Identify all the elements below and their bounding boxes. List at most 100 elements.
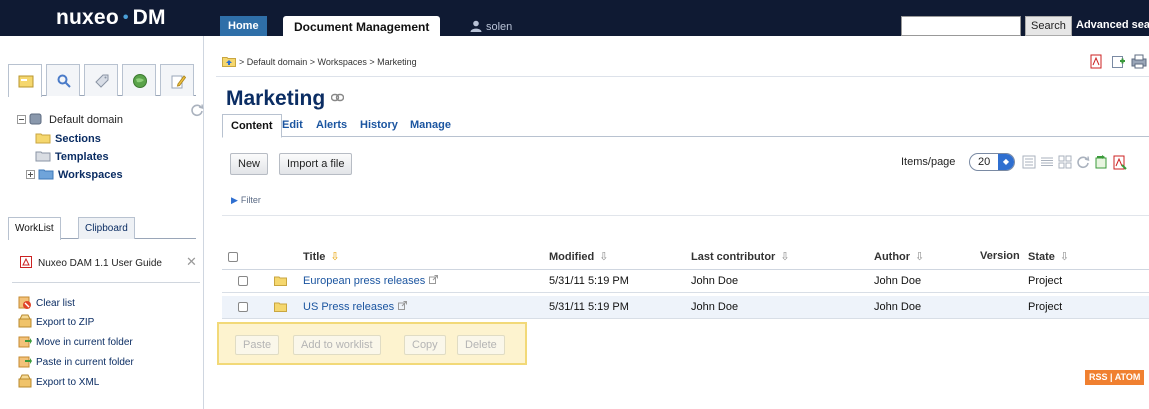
tab-search[interactable] (46, 64, 80, 96)
export-xml-action[interactable]: Export to XML (18, 374, 99, 388)
remove-item-icon[interactable]: ✕ (186, 255, 197, 268)
templates-folder-icon (35, 151, 51, 162)
row-modified: 5/31/11 5:19 PM (549, 301, 629, 313)
tab-manage[interactable]: Manage (402, 114, 459, 137)
move-icon (18, 336, 32, 348)
selection-actions: Paste Add to worklist Copy Delete (217, 322, 527, 365)
refresh-icon[interactable] (190, 103, 204, 117)
external-link-icon[interactable] (429, 275, 439, 284)
user-name: solen (486, 21, 513, 33)
search-button[interactable]: Search (1025, 16, 1072, 36)
tab-history[interactable]: History (352, 114, 406, 137)
row-state: Project (1028, 275, 1063, 287)
table-header: Title ⇩ Modified ⇩ Last contributor ⇩ Autho… (222, 244, 1149, 270)
paste-icon (18, 356, 32, 368)
print-icon[interactable] (1131, 54, 1147, 72)
refresh-icon[interactable] (1076, 155, 1090, 172)
row-state: Project (1028, 301, 1063, 313)
items-per-page-select[interactable]: 20 ◆ (969, 153, 1015, 171)
tab-edit[interactable] (160, 64, 194, 96)
advanced-search-link[interactable]: Advanced search (1076, 19, 1149, 31)
thumbnail-view-icon[interactable] (1058, 155, 1072, 172)
export-csv-icon[interactable] (1094, 155, 1110, 172)
row-author: John Doe (874, 301, 922, 313)
row-title[interactable]: US Press releases (303, 301, 408, 313)
sort-icon: ⇩ (599, 251, 609, 263)
user-menu[interactable]: solen (470, 19, 512, 35)
export-zip-icon (18, 314, 32, 328)
select-all-checkbox[interactable] (228, 252, 238, 262)
new-button[interactable]: New (230, 153, 269, 175)
expand-arrow-icon: ▶ (231, 195, 238, 205)
page-title: Marketing (226, 87, 345, 111)
select-arrows-icon: ◆ (998, 154, 1014, 170)
row-contributor: John Doe (691, 275, 739, 287)
tab-alerts[interactable]: Alerts (308, 114, 355, 137)
tree-sections[interactable]: Sections (35, 131, 101, 147)
nuxeo-logo[interactable]: nuxeo • DM (56, 6, 166, 30)
rss-atom-feeds[interactable]: RSS | ATOM (1085, 370, 1145, 385)
sort-icon: ⇩ (780, 251, 790, 263)
worklist-tabs: WorkList Clipboard (8, 217, 196, 240)
delete-button[interactable]: Delete (457, 335, 505, 355)
folder-icon (274, 302, 287, 312)
row-title[interactable]: European press releases (303, 275, 439, 287)
tree-workspaces[interactable]: Workspaces (26, 167, 123, 183)
user-icon (470, 20, 482, 32)
tab-document-management[interactable]: Document Management (283, 16, 441, 38)
tab-navigation[interactable] (8, 64, 42, 97)
add-to-worklist-button[interactable]: Add to worklist (293, 335, 381, 355)
col-state[interactable]: State ⇩ (1028, 250, 1069, 263)
compact-view-icon[interactable] (1040, 155, 1054, 172)
external-link-icon[interactable] (398, 301, 408, 310)
tab-content[interactable]: Content (222, 114, 282, 138)
col-author[interactable]: Author ⇩ (874, 250, 924, 263)
row-contributor: John Doe (691, 301, 739, 313)
col-modified[interactable]: Modified ⇩ (549, 250, 608, 263)
export-zip-action[interactable]: Export to ZIP (18, 314, 94, 328)
breadcrumb-path[interactable]: > Default domain > Workspaces > Marketin… (239, 57, 417, 67)
tab-tags[interactable] (84, 64, 118, 96)
col-version[interactable]: Version (980, 250, 1020, 262)
import-file-button[interactable]: Import a file (279, 153, 353, 175)
filter-toggle[interactable]: ▶ Filter (231, 195, 261, 206)
col-last-contributor[interactable]: Last contributor ⇩ (691, 250, 790, 263)
table-row[interactable]: US Press releases 5/31/11 5:19 PM John D… (222, 296, 1149, 319)
copy-button[interactable]: Copy (404, 335, 446, 355)
up-folder-icon[interactable] (222, 56, 236, 67)
collapse-icon[interactable] (17, 115, 26, 124)
clear-list-icon (18, 296, 31, 309)
tab-clipboard[interactable]: Clipboard (78, 217, 135, 239)
tree-default-domain[interactable]: Default domain (17, 112, 123, 128)
tab-world[interactable] (122, 64, 156, 96)
tab-worklist[interactable]: WorkList (8, 217, 61, 240)
pdf-icon (20, 256, 32, 268)
export-pdf-icon[interactable] (1112, 155, 1127, 173)
tree-templates[interactable]: Templates (35, 149, 109, 165)
clear-list-action[interactable]: Clear list (18, 295, 75, 309)
globe-icon (133, 74, 147, 88)
breadcrumb: > Default domain > Workspaces > Marketin… (222, 56, 417, 67)
table-row[interactable]: European press releases 5/31/11 5:19 PM … (222, 270, 1149, 293)
search-icon (57, 74, 71, 88)
tab-home[interactable]: Home (220, 16, 267, 36)
col-title[interactable]: Title ⇩ (303, 250, 340, 263)
tab-edit[interactable]: Edit (274, 114, 311, 137)
list-view-icon[interactable] (1022, 155, 1036, 172)
search-input[interactable] (901, 16, 1021, 36)
add-to-worklist-icon[interactable] (1111, 54, 1126, 72)
worklist-item[interactable]: Nuxeo DAM 1.1 User Guide (20, 256, 162, 269)
navigation-icon (18, 75, 34, 88)
folder-icon (35, 133, 51, 144)
sidebar: Default domain Sections Templates Worksp… (0, 36, 204, 409)
expand-icon[interactable] (26, 170, 35, 179)
paste-folder-action[interactable]: Paste in current folder (18, 354, 134, 368)
row-checkbox[interactable] (238, 302, 248, 312)
paste-button[interactable]: Paste (235, 335, 280, 355)
export-xml-icon (18, 374, 32, 388)
pdf-export-icon[interactable] (1089, 54, 1104, 72)
move-folder-action[interactable]: Move in current folder (18, 334, 133, 348)
sort-icon: ⇩ (330, 251, 340, 263)
row-checkbox[interactable] (238, 276, 248, 286)
permalink-icon[interactable] (331, 93, 345, 102)
